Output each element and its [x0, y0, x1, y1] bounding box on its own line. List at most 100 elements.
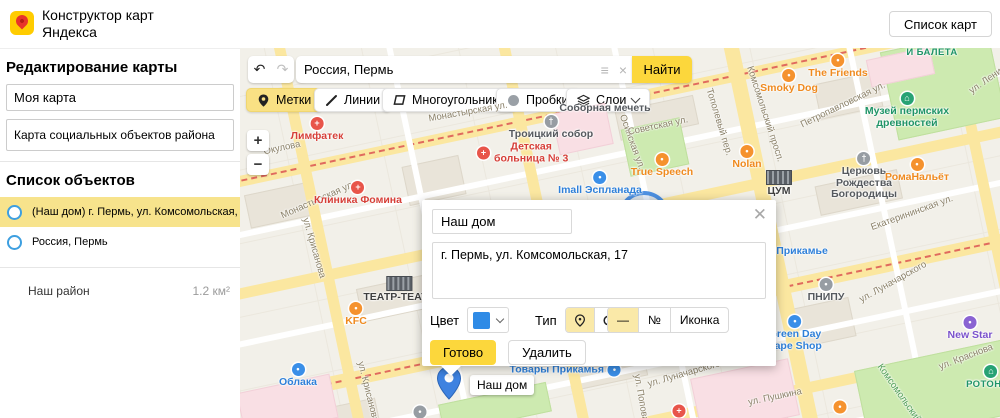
dot-icon: •: [782, 69, 796, 82]
map-poi: ⌂РОТОНДА: [966, 365, 1000, 391]
type-pin-option[interactable]: [565, 308, 594, 332]
close-icon[interactable]: ✕: [753, 206, 767, 223]
undo-redo-group: ↶ ↷: [248, 56, 294, 83]
map-poi: + Лимфатек: [290, 117, 344, 143]
map-description-input[interactable]: Карта социальных объектов района: [6, 119, 234, 151]
search-clear-icon[interactable]: ×: [614, 62, 632, 78]
map-poi: +: [672, 404, 686, 418]
map-poi: • KFC: [345, 302, 367, 328]
map-poi: ЦУМ: [766, 170, 792, 198]
undo-button[interactable]: ↶: [254, 61, 266, 78]
dot-icon: •: [349, 302, 363, 315]
search-list-icon[interactable]: ≡: [596, 62, 614, 78]
style-dash-option[interactable]: —: [608, 308, 638, 332]
area-row: Наш район 1.2 км²: [28, 284, 230, 298]
app-title: Конструктор карт Яндекса: [42, 7, 154, 40]
done-button[interactable]: Готово: [430, 340, 497, 365]
poi-label: Клиника Фомина: [314, 194, 402, 206]
redo-button[interactable]: ↷: [277, 61, 289, 78]
street-label: Комсомольский просп.: [874, 361, 942, 418]
search-input[interactable]: [296, 62, 596, 77]
placemark-circle-icon: [7, 234, 22, 250]
style-number-option[interactable]: №: [638, 308, 670, 332]
poi-label: Прикамье: [776, 245, 828, 257]
dot-icon: •: [655, 153, 669, 166]
style-icon-option[interactable]: Иконка: [669, 308, 728, 332]
poi-label: Smoky Dog: [760, 82, 818, 94]
street-label: ул. Крисанова: [300, 216, 328, 280]
map-poi: • ПНИПУ: [808, 278, 844, 304]
placemark-name-input[interactable]: [432, 209, 572, 234]
find-button[interactable]: Найти: [632, 56, 692, 83]
sidebar: Редактирование карты Карта социальных об…: [0, 48, 240, 418]
map-poi: • Облака: [279, 363, 317, 389]
dot-icon: •: [740, 145, 754, 158]
map-poi: ТЕАТР ОПЕРЫИ БАЛЕТА: [895, 48, 969, 58]
poi-label: Музей пермских древностей: [864, 105, 950, 129]
map-poi: • Nolan: [732, 145, 762, 171]
object-item-nash-dom[interactable]: (Наш дом) г. Пермь, ул. Комсомольская, 1…: [0, 197, 240, 227]
map-pin-icon: [13, 12, 31, 30]
map-poi: •: [413, 405, 427, 418]
poi-label: New Star: [947, 329, 993, 341]
medical-icon: +: [310, 117, 324, 130]
building-sprite-icon: [385, 276, 412, 291]
poi-label: Троицкий собор: [508, 128, 594, 140]
map-name-input[interactable]: [6, 84, 234, 111]
map-poi: Прикамье: [776, 245, 828, 258]
poi-label: Green Day Vape Shop: [768, 328, 822, 352]
poi-label: РОТОНДА: [966, 379, 1000, 390]
maps-list-button[interactable]: Список карт: [889, 11, 992, 37]
street-label: ул. Пушкина: [747, 385, 803, 409]
poi-label: Nolan: [732, 158, 762, 170]
map-poi: • The Friends: [808, 54, 868, 80]
chevron-down-icon: [495, 314, 505, 324]
placemark-edit-balloon: ✕ г. Пермь, ул. Комсомольская, 17 Цвет Т…: [422, 200, 776, 376]
top-bar: Конструктор карт Яндекса Список карт: [0, 0, 1000, 48]
dot-icon: •: [833, 400, 847, 414]
street-label: ул. Крисанова: [355, 360, 381, 418]
map-canvas[interactable]: Окулова Монастырская ул. Монастырская ул. у…: [240, 48, 1000, 418]
color-label: Цвет: [430, 312, 460, 328]
map-poi: • РомаНальёт: [885, 158, 949, 184]
objects-list-heading: Список объектов: [6, 172, 135, 189]
area-label: Наш район: [28, 284, 90, 298]
area-value: 1.2 км²: [192, 284, 230, 298]
medical-icon: +: [477, 146, 490, 160]
yandex-logo-icon: [10, 11, 34, 35]
church-icon: †: [857, 152, 871, 165]
divider: [0, 161, 240, 162]
edit-map-heading: Редактирование карты: [6, 59, 178, 76]
zoom-in-button[interactable]: +: [247, 130, 269, 151]
placemark-circle-icon: [7, 204, 22, 220]
poi-label: The Friends: [808, 67, 868, 79]
medical-icon: +: [672, 404, 686, 418]
museum-icon: ⌂: [900, 92, 914, 105]
dot-icon: •: [831, 54, 845, 67]
map-poi: • Green Day Vape Shop: [768, 315, 822, 352]
dot-icon: •: [788, 315, 802, 328]
poi-label: ТЕАТР ОПЕРЫИ БАЛЕТА: [906, 48, 958, 58]
search-box: ≡ ×: [296, 56, 632, 83]
placemark-description-input[interactable]: г. Пермь, ул. Комсомольская, 17: [432, 242, 766, 299]
medical-icon: +: [351, 181, 365, 194]
dot-icon: •: [593, 171, 607, 184]
color-dropdown[interactable]: [467, 307, 510, 333]
map-poi: • Imall Эспланада: [558, 171, 642, 197]
dot-icon: •: [413, 405, 427, 418]
poi-label: Облака: [279, 376, 317, 388]
object-label: (Наш дом) г. Пермь, ул. Комсомольская, 1…: [32, 206, 240, 218]
poi-label: Лимфатек: [290, 130, 344, 142]
map-poi: ⌂ Музей пермских древностей: [865, 92, 949, 129]
poi-label: Imall Эспланада: [558, 184, 642, 196]
delete-button[interactable]: Удалить: [508, 340, 586, 365]
zoom-out-button[interactable]: −: [247, 154, 269, 175]
grad-icon: •: [819, 278, 833, 291]
map-poi: Соборная мечеть: [559, 102, 650, 115]
church-icon: †: [544, 115, 558, 128]
object-item-russia-perm[interactable]: Россия, Пермь: [0, 227, 240, 257]
map-poi: • New Star: [947, 316, 993, 342]
type-label: Тип: [535, 312, 557, 328]
street-label: ул. Ленина: [967, 59, 1000, 97]
museum-icon: ⌂: [984, 365, 998, 378]
